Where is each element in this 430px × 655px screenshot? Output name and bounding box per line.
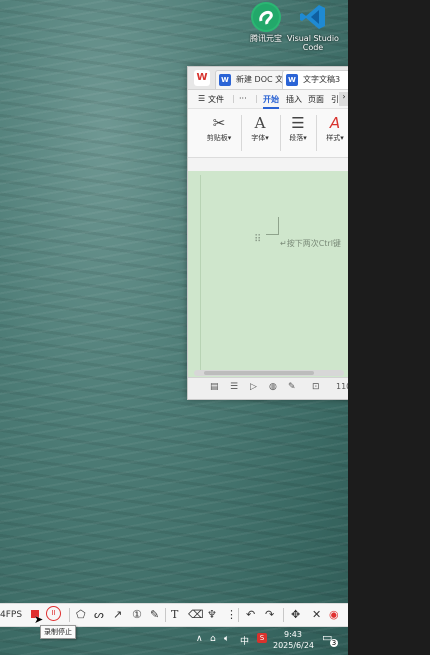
notification-count-badge: 3 [330,639,338,647]
eraser-icon[interactable]: ⌫ [188,607,204,623]
word-doc-icon: W [286,74,298,86]
status-bar: ▤ ☰ ▷ ◍ ✎ ⊡ 110 [188,370,348,399]
scissors-icon: ✂ [212,114,226,132]
chevron-down-icon: ▾ [265,134,269,142]
menu-insert[interactable]: 插入 [286,94,302,105]
wps-tray-icon[interactable]: S [257,633,267,643]
menu-references[interactable]: 引 [331,94,339,105]
divider [316,115,317,151]
outline-view-icon[interactable]: ☰ [230,382,238,392]
fit-icon[interactable]: ⊡ [312,382,320,392]
font-button[interactable]: A 字体▾ [243,113,277,143]
ime-indicator[interactable]: 中 [240,634,249,647]
divider [69,608,70,622]
tab-label: 文字文稿3 [303,75,341,84]
pause-icon[interactable]: II [46,606,61,621]
menu-home[interactable]: 开始 [263,94,279,109]
separator: | [255,94,258,103]
black-background-region [348,0,430,655]
divider [238,608,239,622]
close-icon[interactable]: ✕ [312,607,321,623]
chevron-right-icon[interactable]: › [339,92,348,106]
more-options-icon[interactable]: ⋮ [226,607,237,623]
desktop-icon-label: Visual Studio Code [287,34,339,52]
menu-bar: ☰ 文件 | ··· | 开始 插入 页面 引 › [188,90,348,109]
paragraph-button[interactable]: ☰ 段落▾ [281,113,315,143]
margin-line [200,175,201,375]
shapes-icon[interactable]: ⬠ [76,607,86,623]
move-icon[interactable]: ✥ [291,607,300,623]
menu-icon[interactable]: ☰ [198,94,205,103]
fps-readout: 4FPS [0,610,23,620]
more-icon[interactable]: ··· [239,94,247,103]
font-icon: A [254,114,266,132]
web-view-icon[interactable]: ◍ [269,382,277,392]
clock-date: 2025/6/24 [273,641,315,650]
window-titlebar: W W 新建 DOC 文 W 文字文稿3 × [188,67,348,90]
style-icon: A [329,114,341,132]
chevron-up-icon[interactable]: ∧ [196,634,203,644]
word-doc-icon: W [219,74,231,86]
arrow-icon[interactable]: ↗ [113,607,122,623]
desktop-icon-label: 腾讯元宝 [250,34,282,43]
drag-handle-icon[interactable]: ⠿ [254,234,261,245]
yuanbao-app-icon [251,2,281,32]
clock-time: 9:43 [284,630,302,639]
vscode-icon [298,2,328,32]
record-target-icon[interactable]: ◉ [329,607,339,623]
play-icon[interactable]: ▷ [250,382,257,392]
tab-document-3[interactable]: W 文字文稿3 × [282,70,348,89]
divider [283,608,284,622]
desktop-icon-vscode[interactable]: Visual Studio Code [287,2,339,52]
paragraph-icon: ☰ [291,114,305,132]
document-hint: ↵按下两次Ctrl键 [280,239,341,248]
separator: | [232,94,235,103]
style-button[interactable]: A 样式▾ [318,113,348,143]
ribbon-toolbar: ✂ 剪贴板▾ A 字体▾ ☰ 段落▾ A 样式▾ [188,109,348,158]
divider [241,115,242,151]
text-tool-icon[interactable]: T [171,607,178,623]
network-icon[interactable]: ⌂ [210,634,216,644]
polyline-icon[interactable]: ᔕ [94,607,104,623]
tab-label: 新建 DOC 文 [236,75,284,84]
undo-icon[interactable]: ↶ [246,607,255,623]
mouse-cursor-icon: ➤ [34,613,44,626]
desktop-icon-yuanbao[interactable]: 腾讯元宝 [240,2,292,43]
clipboard-button[interactable]: ✂ 剪贴板▾ [202,113,236,143]
recorder-toolbar: 4FPS II ⬠ ᔕ ↗ ① ✎ T ⌫ ♆ ⋮ ↶ ↷ ✥ ✕ ◉ [0,603,348,627]
desktop-background: 腾讯元宝 Visual Studio Code W W 新建 DOC 文 W 文… [0,0,348,655]
menu-file[interactable]: 文件 [208,94,224,105]
spotlight-icon[interactable]: ♆ [207,607,217,623]
wps-writer-window: W W 新建 DOC 文 W 文字文稿3 × ☰ 文件 | ··· | 开始 插… [187,66,348,400]
wps-logo-icon[interactable]: W [194,70,210,86]
zoom-level[interactable]: 110 [336,382,348,391]
document-area[interactable]: ⠿ ↵按下两次Ctrl键 [188,171,348,377]
chevron-down-icon: ▾ [303,134,307,142]
chevron-down-icon: ▾ [227,134,232,142]
page-corner-mark [266,217,279,235]
page-view-icon[interactable]: ▤ [210,382,219,392]
horizontal-scrollbar[interactable] [194,370,344,376]
pen-icon[interactable]: ✎ [150,607,159,623]
number-marker-icon[interactable]: ① [132,607,142,623]
redo-icon[interactable]: ↷ [265,607,274,623]
chevron-down-icon: ▾ [340,134,344,142]
divider [165,608,166,622]
cursor-mark: ↵ [280,239,287,248]
volume-icon[interactable]: 🔈︎ [224,634,229,644]
pen-icon[interactable]: ✎ [288,382,296,392]
taskbar-clock[interactable]: 9:43 2025/6/24 [273,629,315,651]
menu-page[interactable]: 页面 [308,94,324,105]
